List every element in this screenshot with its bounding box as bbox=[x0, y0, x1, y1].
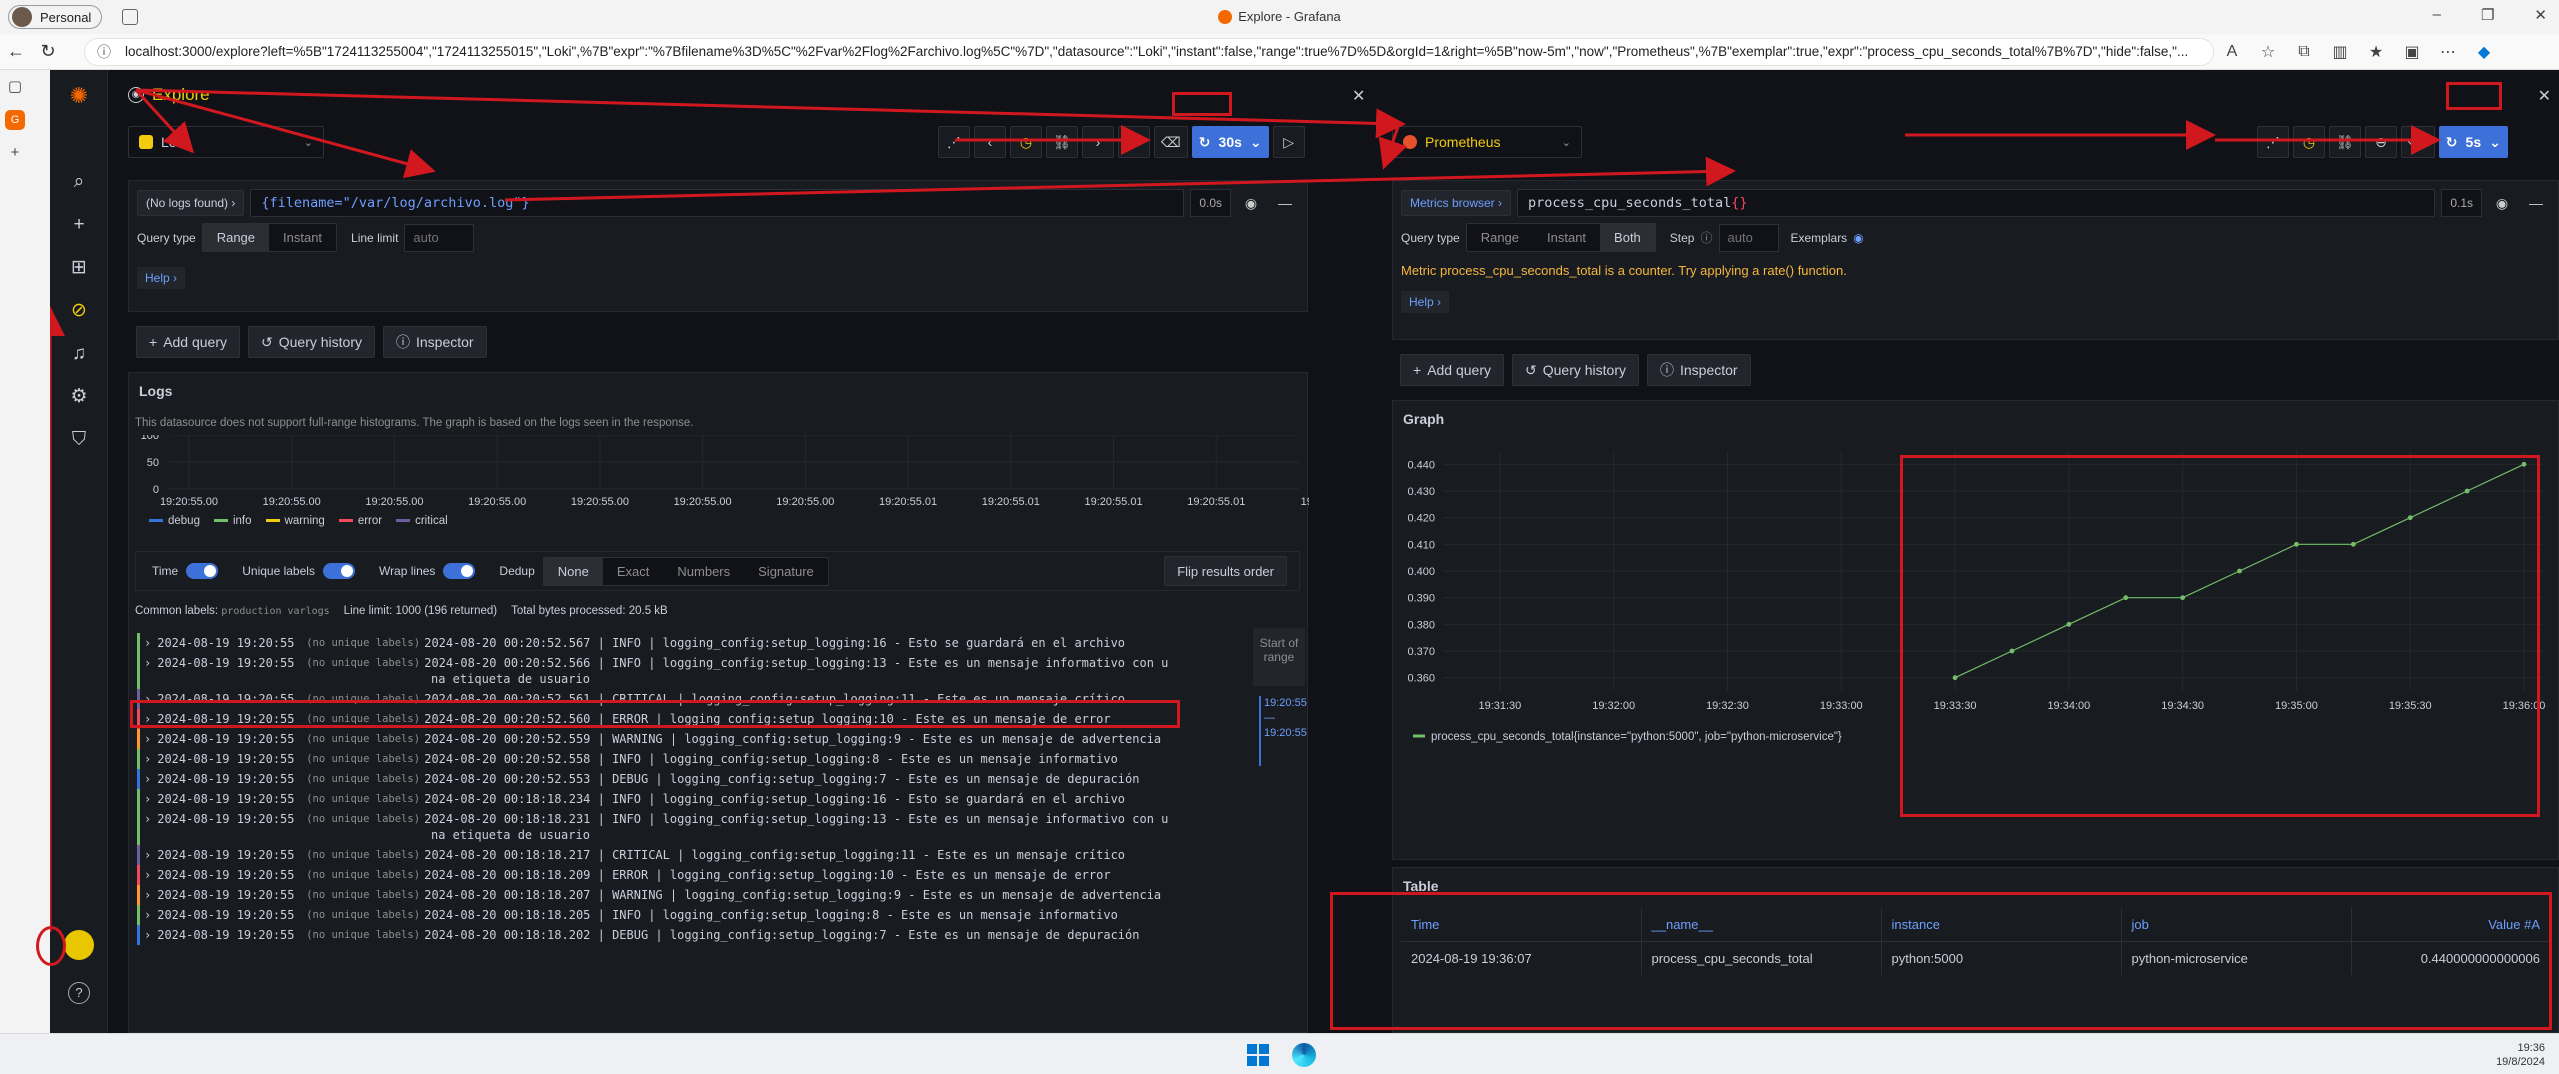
favorite-icon[interactable]: ☆ bbox=[2250, 42, 2286, 62]
read-aloud-icon[interactable]: A bbox=[2214, 43, 2250, 61]
window-controls: – ❐ ✕ bbox=[2433, 6, 2547, 24]
highlight-graph bbox=[1900, 455, 2540, 817]
highlight-table bbox=[1330, 892, 2552, 1030]
grafana-app: ✺ ⌕ + ⊞ ⊘ ♫ ⚙ ⛉ ? ◉Explore Loki⌄ ⋰ ‹ ◷ ⛓ bbox=[36, 70, 2559, 1033]
highlight-first-log-line bbox=[130, 700, 1180, 728]
tab-panel-icon[interactable]: ▢ bbox=[6, 78, 24, 96]
arrow-to-query bbox=[135, 88, 436, 179]
back-icon[interactable]: ← bbox=[0, 41, 32, 62]
url-field[interactable]: ⓘ localhost:3000/explore?left=%5B"1724113… bbox=[84, 37, 2214, 66]
maximize-icon[interactable]: ❐ bbox=[2481, 6, 2494, 24]
extensions-icon[interactable]: ⧉ bbox=[2286, 43, 2322, 61]
favorites-bar-icon[interactable]: ★ bbox=[2358, 42, 2394, 62]
title-bar: Personal Explore - Grafana – ❐ ✕ bbox=[0, 0, 2559, 34]
taskbar-clock[interactable]: 19:36 19/8/2024 bbox=[2496, 1041, 2545, 1069]
clock-time: 19:36 bbox=[2517, 1042, 2545, 1054]
highlight-refresh-left bbox=[1172, 92, 1232, 116]
arrow-query-to-right-query bbox=[504, 156, 1736, 202]
windows-start-icon[interactable] bbox=[1247, 1044, 1269, 1066]
url-text: localhost:3000/explore?left=%5B"17241132… bbox=[125, 44, 2189, 59]
new-tab-icon[interactable]: + bbox=[6, 144, 24, 162]
reload-icon[interactable]: ↻ bbox=[32, 41, 64, 62]
close-window-icon[interactable]: ✕ bbox=[2534, 6, 2547, 24]
windows-taskbar: 19:36 19/8/2024 bbox=[0, 1033, 2559, 1074]
grafana-tab-icon[interactable]: G bbox=[5, 110, 25, 130]
window-title: Explore - Grafana bbox=[0, 9, 2559, 24]
highlight-avatar bbox=[36, 926, 66, 966]
collections-icon[interactable]: ▣ bbox=[2394, 42, 2430, 62]
grafana-favicon-icon bbox=[1218, 9, 1233, 24]
minimize-icon[interactable]: – bbox=[2433, 6, 2441, 24]
arrow-to-metrics-browser bbox=[1378, 123, 1408, 170]
copilot-icon[interactable]: ◆ bbox=[2466, 42, 2502, 62]
edge-taskbar-icon[interactable] bbox=[1292, 1043, 1316, 1067]
more-icon[interactable]: ⋯ bbox=[2430, 42, 2466, 62]
highlight-refresh-right bbox=[2446, 82, 2502, 110]
clock-date: 19/8/2024 bbox=[2496, 1056, 2545, 1068]
window-title-text: Explore - Grafana bbox=[1238, 9, 1341, 24]
site-info-icon[interactable]: ⓘ bbox=[97, 42, 111, 62]
address-bar: ← ↻ ⓘ localhost:3000/explore?left=%5B"172… bbox=[0, 34, 2559, 70]
split-screen-icon[interactable]: ▥ bbox=[2322, 42, 2358, 62]
edge-vertical-tabs: ▢ G + bbox=[0, 70, 30, 1033]
browser-window: Personal Explore - Grafana – ❐ ✕ ← ↻ ⓘ lo… bbox=[0, 0, 2559, 1074]
